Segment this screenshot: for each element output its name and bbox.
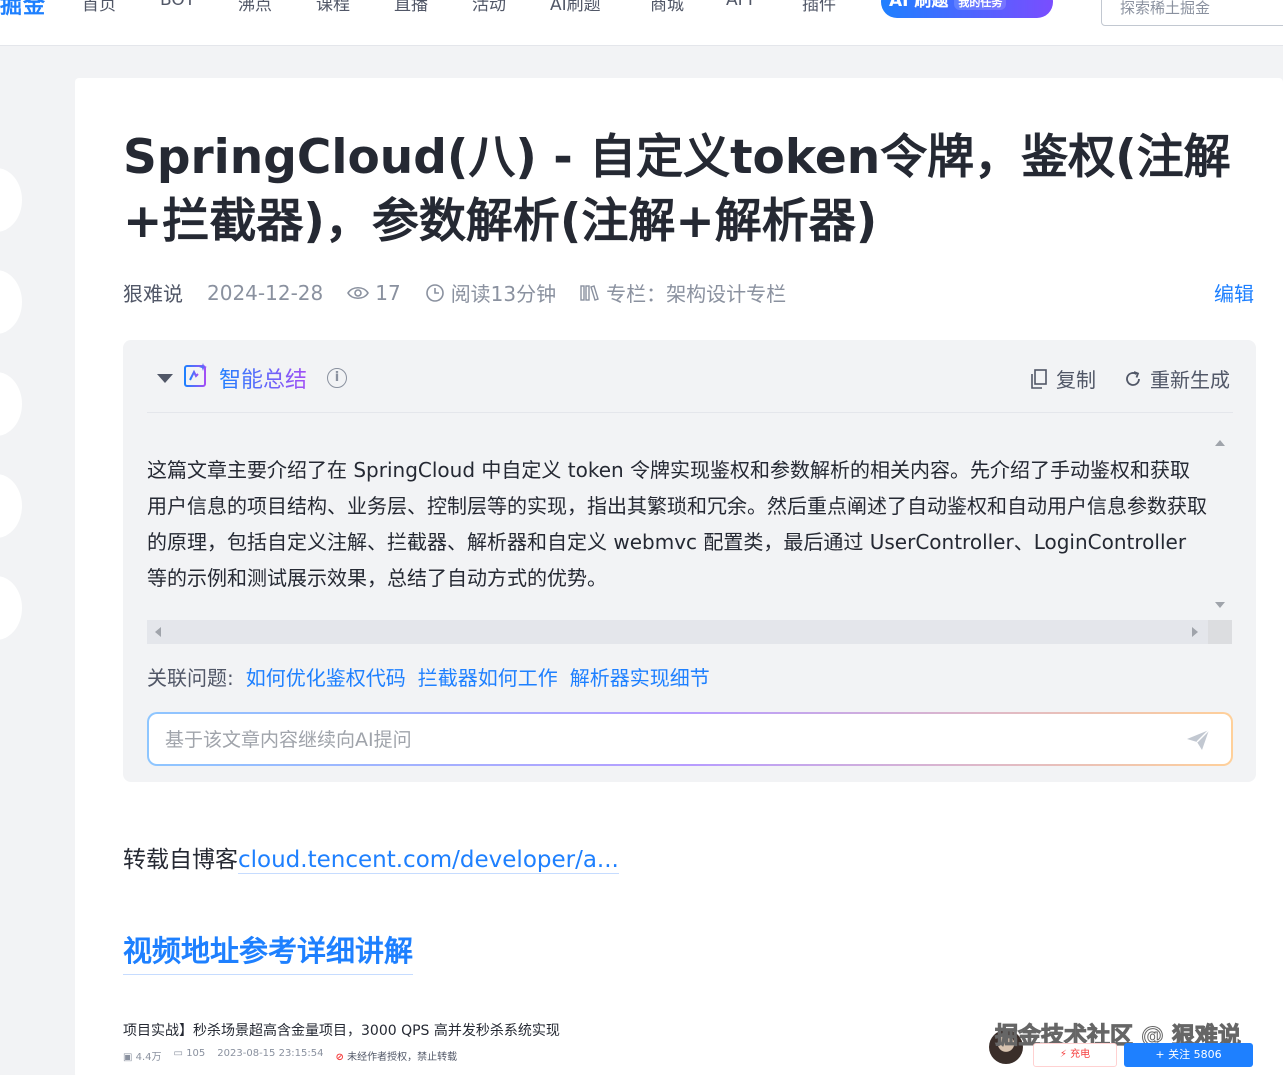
column-icon [580,284,600,301]
read-time-value: 阅读13分钟 [450,282,557,306]
ai-summary-icon [184,363,207,387]
info-icon[interactable]: i [327,368,347,388]
send-icon[interactable] [1185,728,1211,752]
charge-button[interactable]: ⚡ 充电 [1033,1043,1117,1067]
summary-text: 这篇文章主要介绍了在 SpringCloud 中自定义 token 令牌实现鉴权… [147,458,1207,590]
video-title[interactable]: 项目实战】秒杀场景超高含金量项目，3000 QPS 高并发秒杀系统实现 [123,1020,560,1040]
column-label: 专栏： [606,282,667,306]
ask-ai-inner [149,714,1231,764]
eye-icon [347,286,370,299]
top-nav: 掘金 首页 BOT 沸点 课程 直播 活动 AI刷题 商城 APP 插件 AI … [0,0,1283,46]
share-action[interactable] [0,474,22,538]
related-question[interactable]: 拦截器如何工作 [418,662,558,691]
column-name: 架构设计专栏 [666,282,787,306]
nav-link-mall[interactable]: 商城 [650,0,726,15]
refresh-icon [1126,370,1140,386]
repost-source: 转载自博客cloud.tencent.com/developer/a... [123,840,619,874]
nav-link-events[interactable]: 活动 [472,0,550,15]
column-info[interactable]: 专栏： 架构设计专栏 [580,278,786,307]
nav-link-home[interactable]: 首页 [82,0,160,15]
collect-action[interactable] [0,372,22,436]
repost-prefix: 转载自博客 [123,847,238,873]
section-heading[interactable]: 视频地址参考详细讲解 [123,928,414,975]
scroll-right-arrow-icon[interactable] [1192,627,1198,637]
ai-summary-panel: 智能总结 i 复制 重新生成 这篇文章主要介绍了在 SpringCloud 中自… [123,340,1256,782]
video-plays: ▣ 4.4万 [123,1052,162,1063]
nav-link-pins[interactable]: 沸点 [238,0,316,15]
regenerate-label: 重新生成 [1150,368,1230,392]
ask-ai-input[interactable] [165,726,1165,754]
follow-button[interactable]: + 关注 5806 [1124,1043,1253,1067]
vertical-scrollbar[interactable] [1208,432,1232,620]
video-comments-value: 105 [186,1048,206,1059]
ask-ai-box [147,712,1233,766]
views-count: 17 [347,280,401,305]
article-meta: 狠难说 2024-12-28 17 阅读13分钟 专栏： 架构设计专栏 [123,278,810,307]
video-copyright-warning: ⊘ 未经作者授权，禁止转载 [336,1048,458,1063]
nav-link-live[interactable]: 直播 [394,0,472,15]
read-time: 阅读13分钟 [425,278,556,307]
related-question[interactable]: 如何优化鉴权代码 [246,662,406,691]
summary-divider [147,412,1233,413]
search-input[interactable]: 探索稀土掘金 [1101,0,1283,26]
scroll-down-arrow-icon[interactable] [1215,602,1225,608]
repost-link[interactable]: cloud.tencent.com/developer/a... [238,847,619,874]
regenerate-button[interactable]: 重新生成 [1124,364,1230,393]
nav-link-plugins[interactable]: 插件 [802,0,862,15]
copy-label: 复制 [1056,368,1096,392]
nav-link-app[interactable]: APP [726,0,802,15]
nav-links: 首页 BOT 沸点 课程 直播 活动 AI刷题 商城 APP 插件 [82,0,862,15]
forbid-icon: ⊘ [335,1052,344,1063]
charge-label: 充电 [1070,1049,1091,1060]
clock-icon [425,283,444,302]
scrollbar-corner [1208,620,1232,644]
views-value: 17 [375,280,401,305]
site-logo[interactable]: 掘金 [0,0,46,20]
copy-button[interactable]: 复制 [1030,364,1096,393]
nav-link-course[interactable]: 课程 [316,0,394,15]
ai-badge-label: AI 刷题 [889,0,949,11]
related-label: 关联问题: [147,666,234,690]
article-title: SpringCloud(八) - 自定义token令牌，鉴权(注解+拦截器)，参… [123,130,1231,249]
scroll-left-arrow-icon[interactable] [155,627,161,637]
video-meta: ▣ 4.4万 ▭ 105 2023-08-15 23:15:54 ⊘ 未经作者授… [123,1048,457,1063]
video-warn-text: 未经作者授权，禁止转载 [347,1052,458,1063]
video-comments: ▭ 105 [173,1048,206,1059]
more-action[interactable] [0,576,22,640]
comment-action[interactable] [0,270,22,334]
ai-summary-title: 智能总结 [219,362,307,394]
nav-link-bot[interactable]: BOT [160,0,238,15]
author-name[interactable]: 狠难说 [123,278,183,307]
like-action[interactable] [0,168,22,232]
scroll-up-arrow-icon[interactable] [1215,440,1225,446]
related-questions: 关联问题: 如何优化鉴权代码 拦截器如何工作 解析器实现细节 [147,662,710,691]
edit-link[interactable]: 编辑 [1214,278,1254,307]
ai-practice-badge[interactable]: AI 刷题 我的任务 [881,0,1053,18]
ai-summary-header: 智能总结 i 复制 重新生成 [123,340,1256,412]
video-time: 2023-08-15 23:15:54 [217,1048,324,1059]
nav-link-ai-practice[interactable]: AI刷题 [550,0,650,15]
related-question[interactable]: 解析器实现细节 [570,662,710,691]
horizontal-scrollbar[interactable] [147,620,1208,644]
copy-icon [1031,368,1047,389]
video-plays-value: 4.4万 [135,1052,162,1063]
ai-badge-sub: 我的任务 [954,0,1007,10]
collapse-caret-icon[interactable] [157,374,173,383]
publish-date: 2024-12-28 [207,280,324,305]
article-card: SpringCloud(八) - 自定义token令牌，鉴权(注解+拦截器)，参… [75,78,1283,1075]
